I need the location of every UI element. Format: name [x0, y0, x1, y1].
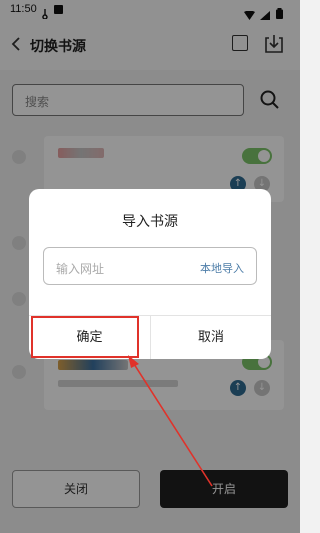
dialog-title: 导入书源: [122, 214, 178, 230]
annotation-highlight-box: [31, 316, 139, 358]
url-input[interactable]: 输入网址 本地导入: [43, 247, 257, 285]
local-import-link[interactable]: 本地导入: [200, 260, 244, 276]
cancel-button[interactable]: 取消: [151, 316, 271, 359]
url-placeholder: 输入网址: [56, 262, 105, 276]
